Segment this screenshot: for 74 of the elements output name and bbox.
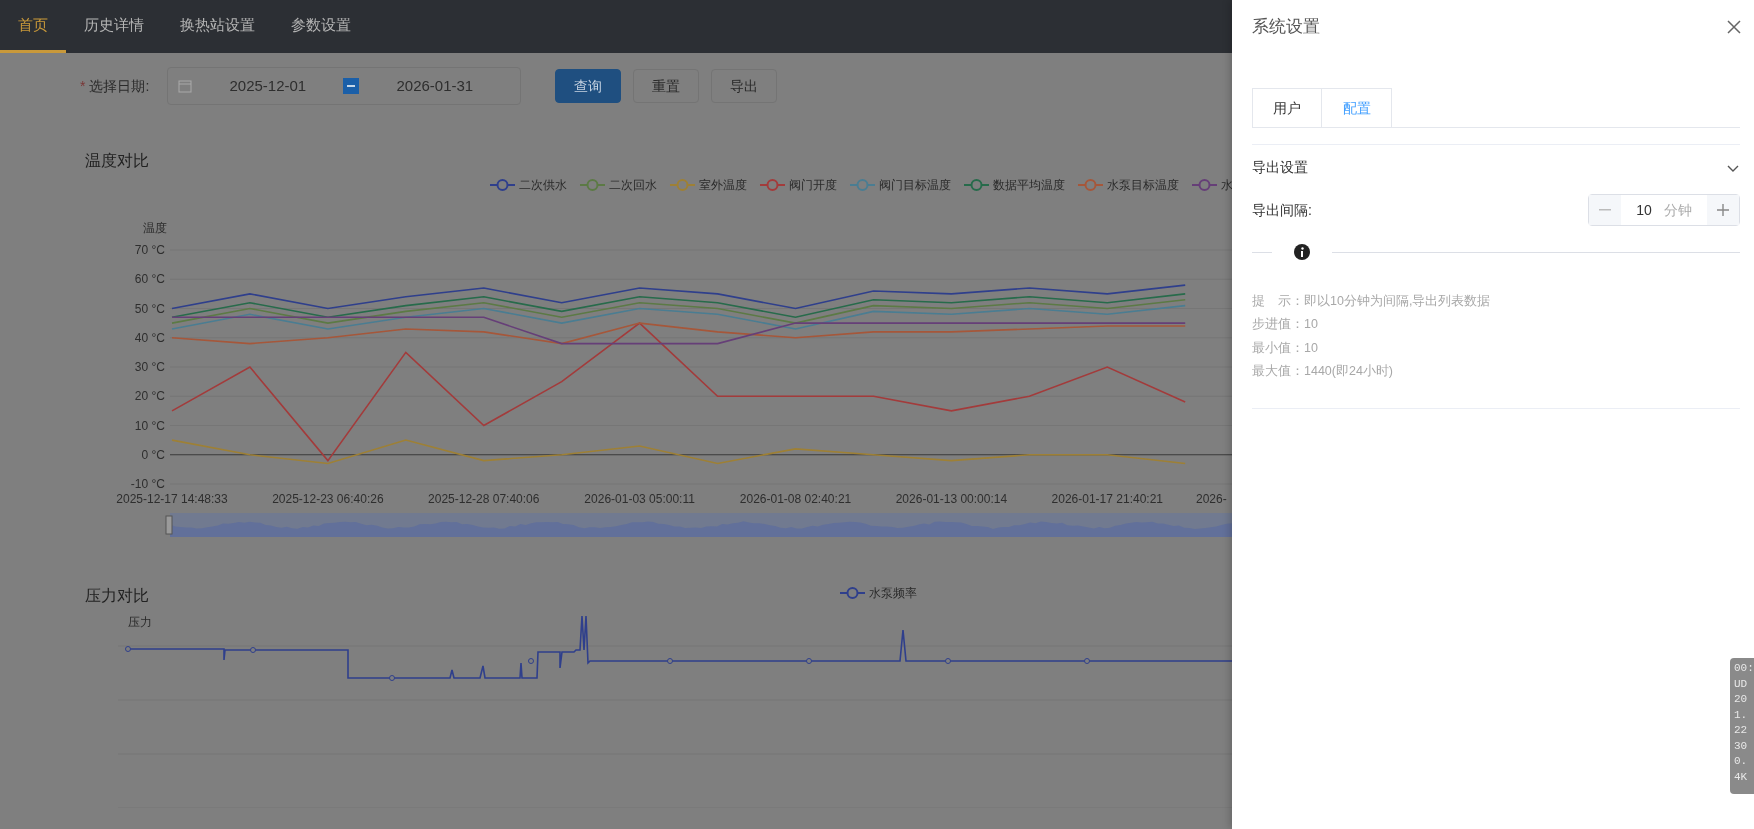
axis-label: 2025-12-23 06:40:26	[272, 492, 384, 506]
legend-label[interactable]: 水泵目标温度	[1107, 176, 1179, 194]
legend-icon[interactable]	[670, 178, 695, 192]
chart-title: 压力对比	[85, 587, 149, 604]
plus-icon[interactable]	[1707, 195, 1739, 225]
action-button[interactable]: 重置	[633, 69, 700, 103]
axis-label: 20 °C	[134, 389, 165, 404]
axis-label: 10 °C	[134, 418, 165, 433]
legend-icon[interactable]	[840, 586, 865, 600]
axis-label: 50 °C	[134, 301, 165, 316]
axis-label: -10 °C	[130, 477, 165, 491]
legend-icon[interactable]	[1192, 178, 1217, 192]
legend-icon[interactable]	[580, 178, 605, 192]
info-text: 00:	[1734, 661, 1754, 676]
info-text: 0.	[1734, 754, 1749, 769]
axis-label: 2026-01-13 00:00:14	[895, 492, 1008, 506]
number-value: 10	[1636, 200, 1652, 220]
hint-text: 最大值：1440(即24小时)	[1252, 362, 1395, 380]
info-text: 30	[1734, 738, 1749, 754]
info-icon	[1294, 244, 1310, 260]
nav-tab[interactable]: 参数设置	[273, 0, 369, 53]
legend-icon[interactable]	[850, 178, 875, 192]
legend-label[interactable]: 水	[1221, 176, 1232, 194]
nav-tab[interactable]: 历史详情	[66, 0, 162, 53]
axis-label: 0 °C	[141, 447, 165, 462]
axis-title: 压力	[128, 615, 152, 629]
start-date: 2025-12-01	[228, 75, 308, 96]
legend-label[interactable]: 二次供水	[519, 176, 567, 194]
info-text: 4K	[1734, 769, 1749, 785]
legend-label[interactable]: 水泵频率	[869, 584, 917, 602]
hint-text: 最小值：10	[1252, 339, 1319, 357]
drawer-tab[interactable]: 用户	[1252, 88, 1322, 127]
action-button[interactable]: 导出	[711, 69, 778, 103]
legend-label[interactable]: 阀门目标温度	[879, 176, 951, 194]
info-text: 22	[1734, 723, 1749, 738]
section-title: 导出设置	[1252, 158, 1308, 177]
unit-label: 分钟	[1663, 200, 1692, 220]
calendar-icon	[178, 79, 193, 93]
info-text: 1.	[1734, 707, 1749, 723]
axis-title: 温度	[143, 221, 167, 235]
axis-label: 2025-12-28 07:40:06	[428, 492, 540, 506]
date-label: * 选择日期:	[80, 76, 150, 96]
legend-label[interactable]: 阀门开度	[789, 176, 837, 194]
axis-label: 2025-12-17 14:48:33	[116, 492, 228, 506]
axis-label: 60 °C	[134, 272, 165, 287]
legend-icon[interactable]	[490, 178, 515, 192]
minus-icon[interactable]	[1589, 195, 1621, 225]
number-input[interactable]: 10 分钟	[1588, 194, 1740, 226]
legend-label[interactable]: 室外温度	[699, 176, 747, 194]
legend-icon[interactable]	[760, 178, 785, 192]
drawer-title: 系统设置	[1252, 16, 1320, 38]
chart-title: 温度对比	[85, 152, 149, 169]
drawer-tab[interactable]: 配置	[1322, 88, 1392, 127]
axis-label: 2026-01-08 02:40:21	[739, 492, 852, 506]
hint-text: 提 示：即以10分钟为间隔,导出列表数据	[1252, 293, 1492, 310]
axis-label: 40 °C	[134, 330, 165, 345]
axis-label: 70 °C	[134, 243, 165, 257]
axis-label: 30 °C	[134, 360, 165, 374]
legend-label[interactable]: 数据平均温度	[993, 176, 1065, 194]
end-date: 2026-01-31	[395, 75, 475, 96]
action-button[interactable]: 查询	[555, 69, 622, 103]
info-text: 20	[1734, 692, 1749, 707]
legend-label[interactable]: 二次回水	[609, 176, 657, 194]
date-range-field[interactable]: 2025-12-01 2026-01-31	[167, 67, 522, 105]
zoom-slider[interactable]	[165, 513, 1232, 537]
nav-tab[interactable]: 换热站设置	[162, 0, 273, 53]
legend-icon[interactable]	[964, 178, 989, 192]
legend-icon[interactable]	[1078, 178, 1103, 192]
axis-label: 2026-	[1196, 492, 1227, 506]
axis-label: 2026-01-17 21:40:21	[1051, 492, 1163, 506]
field-label: 导出间隔:	[1252, 200, 1312, 220]
axis-label: 2026-01-03 05:00:11	[584, 492, 695, 506]
hint-text: 步进值：10	[1252, 316, 1319, 334]
info-text: UD	[1734, 676, 1749, 692]
